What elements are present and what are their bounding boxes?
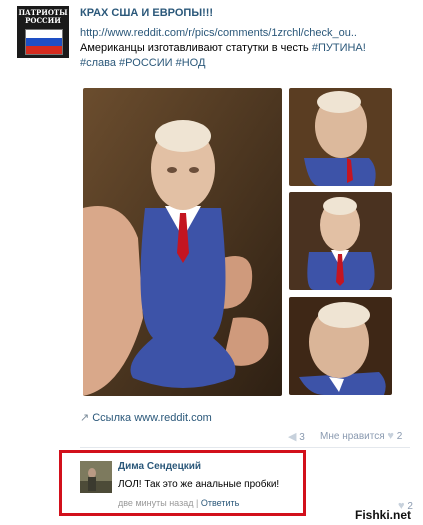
group-avatar[interactable]: ПАТРИОТЫ РОССИИ	[17, 6, 69, 58]
post-text: http://www.reddit.com/r/pics/comments/1z…	[80, 26, 400, 71]
comment-text: ЛОЛ! Так это же анальные пробки!	[118, 479, 280, 490]
hashtag-putin[interactable]: #ПУТИНА!	[312, 42, 366, 54]
thumbnail-photo-3[interactable]	[289, 297, 392, 395]
main-photo[interactable]	[83, 88, 282, 396]
watermark: Fishki.net	[355, 508, 412, 522]
comment-author[interactable]: Дима Сендецкий	[118, 461, 201, 472]
meta-separator: |	[196, 498, 199, 508]
hashtags[interactable]: #слава #РОССИИ #НОД	[80, 57, 205, 69]
repost-button[interactable]: ◀ 3	[288, 430, 305, 443]
commenter-avatar[interactable]	[80, 461, 112, 493]
like-button[interactable]: Мне нравится ♥ 2	[320, 430, 402, 442]
like-label: Мне нравится	[320, 431, 385, 442]
heart-icon: ♥	[387, 430, 394, 442]
like-count: 2	[396, 431, 403, 442]
repost-count: 3	[299, 432, 305, 443]
russian-flag-icon	[25, 29, 63, 55]
comment-meta: две минуты назад | Ответить	[118, 498, 239, 508]
post-link[interactable]: http://www.reddit.com/r/pics/comments/1z…	[80, 27, 357, 39]
post-title[interactable]: КРАХ США И ЕВРОПЫ!!!	[80, 7, 213, 19]
thumbnail-photo-1[interactable]	[289, 88, 392, 186]
attachment-link-text: Ссылка www.reddit.com	[92, 412, 212, 424]
group-logo-line2: РОССИИ	[25, 16, 61, 25]
comment-time: две минуты назад	[118, 498, 194, 508]
post-line2: Американцы изготавливают статутки в чест…	[80, 42, 309, 54]
reply-button[interactable]: Ответить	[201, 498, 239, 508]
megaphone-icon: ◀	[288, 431, 297, 443]
thumbnail-photo-2[interactable]	[289, 192, 392, 290]
link-icon: ↗	[80, 412, 90, 424]
divider	[80, 447, 410, 448]
attachment-link[interactable]: ↗ Ссылка www.reddit.com	[80, 411, 212, 424]
highlighted-comment: Дима Сендецкий ЛОЛ! Так это же анальные …	[59, 450, 306, 516]
